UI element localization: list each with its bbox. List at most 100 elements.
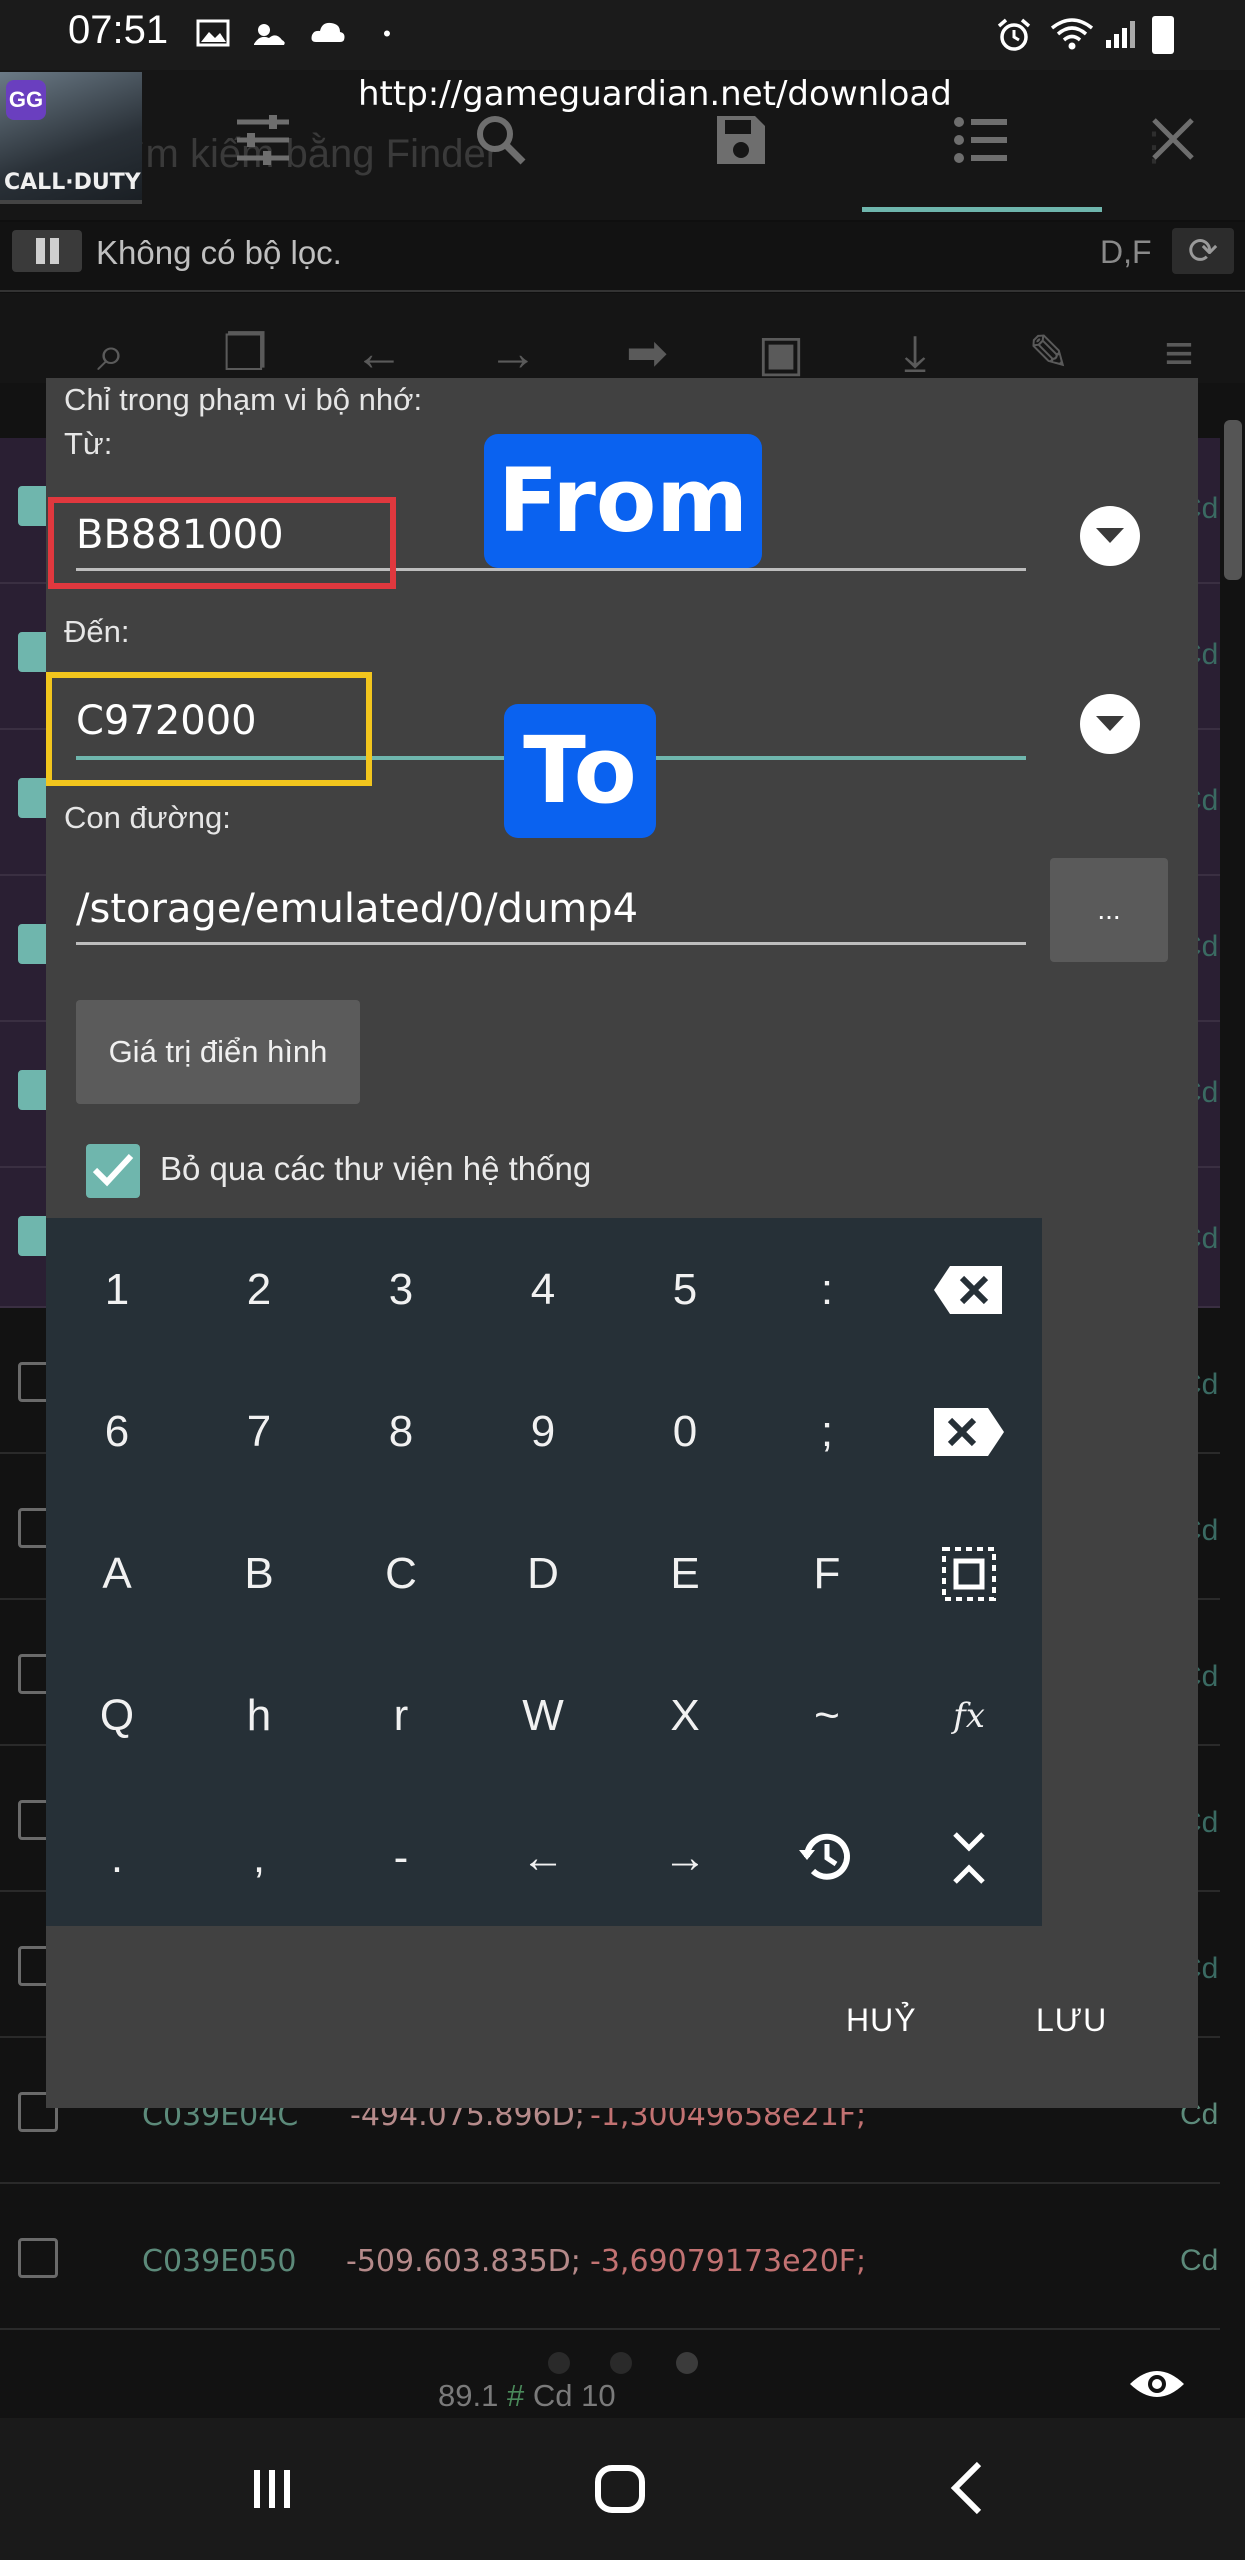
cursor-left-key[interactable]: ← xyxy=(472,1788,614,1928)
close-icon[interactable] xyxy=(1138,112,1208,182)
pager-dot xyxy=(548,2352,570,2374)
faded-header-title: Tìm kiếm bằng Finder xyxy=(110,132,500,176)
from-highlight-box xyxy=(48,497,396,589)
menu-icon[interactable]: ≡ xyxy=(1146,320,1212,386)
key-semicolon[interactable]: ; xyxy=(756,1362,898,1502)
skip-system-libs-label: Bỏ qua các thư viện hệ thống xyxy=(160,1150,592,1187)
filter-status-text: Không có bộ lọc. xyxy=(96,234,342,271)
key-D[interactable]: D xyxy=(472,1504,614,1644)
checkmark-icon xyxy=(92,1153,134,1187)
key-7[interactable]: 7 xyxy=(188,1362,330,1502)
key-6[interactable]: 6 xyxy=(46,1362,188,1502)
home-icon[interactable] xyxy=(580,2454,660,2524)
signal-icon xyxy=(1102,18,1142,50)
pager-dot xyxy=(610,2352,632,2374)
recent-apps-icon[interactable] xyxy=(232,2454,312,2524)
to-highlight-box xyxy=(46,672,372,786)
to-annotation-badge: To xyxy=(504,704,656,838)
row-value: -3,69079173e20F; xyxy=(590,2244,867,2279)
key-C[interactable]: C xyxy=(330,1504,472,1644)
goto-icon[interactable]: ➡ xyxy=(614,320,680,386)
row-value: -509.603.835D; xyxy=(346,2244,581,2279)
dot-icon: • xyxy=(383,21,391,46)
key-Q[interactable]: Q xyxy=(46,1646,188,1786)
key-8[interactable]: 8 xyxy=(330,1362,472,1502)
alarm-icon xyxy=(996,18,1031,51)
to-dropdown-button[interactable] xyxy=(1080,694,1140,754)
save-button[interactable]: LƯU xyxy=(1036,2002,1107,2039)
wifi-icon xyxy=(1050,18,1094,50)
floating-app-thumbnail[interactable]: GG CALL·DUTY xyxy=(0,72,142,204)
status-time: 07:51 xyxy=(68,8,169,52)
key-h[interactable]: h xyxy=(188,1646,330,1786)
key-X[interactable]: X xyxy=(614,1646,756,1786)
from-annotation-badge: From xyxy=(484,434,762,568)
back-arrow-icon[interactable]: ← xyxy=(346,320,412,386)
key-3[interactable]: 3 xyxy=(330,1220,472,1360)
key-F[interactable]: F xyxy=(756,1504,898,1644)
key-E[interactable]: E xyxy=(614,1504,756,1644)
key-B[interactable]: B xyxy=(188,1504,330,1644)
save-list-icon[interactable]: ▣ xyxy=(748,320,814,386)
forward-arrow-icon[interactable]: → xyxy=(480,320,546,386)
battery-icon xyxy=(1152,16,1174,54)
save-icon[interactable] xyxy=(706,112,776,182)
path-input[interactable]: /storage/emulated/0/dump4 xyxy=(76,886,638,932)
download-url: http://gameguardian.net/download xyxy=(358,74,952,114)
browse-button[interactable]: ... xyxy=(1050,858,1168,962)
skip-system-libs-checkbox[interactable] xyxy=(86,1144,140,1198)
row-divider xyxy=(0,2328,1220,2330)
delete-icon[interactable] xyxy=(898,1362,1040,1502)
weather-icon xyxy=(250,18,285,50)
key-tilde[interactable]: ~ xyxy=(756,1646,898,1786)
key-4[interactable]: 4 xyxy=(472,1220,614,1360)
key-dot[interactable]: . xyxy=(46,1788,188,1928)
select-all-icon[interactable] xyxy=(898,1504,1040,1644)
key-comma[interactable]: , xyxy=(188,1788,330,1928)
gallery-icon xyxy=(196,18,230,50)
key-1[interactable]: 1 xyxy=(46,1220,188,1360)
edit-icon[interactable]: ✎ xyxy=(1016,320,1082,386)
memory-range-label: Chỉ trong phạm vi bộ nhớ: xyxy=(64,382,423,417)
gameguardian-logo: GG xyxy=(6,80,46,120)
row-suffix: Cd xyxy=(1180,2244,1219,2277)
active-tab-indicator xyxy=(862,207,1102,212)
bottom-status: 89.1 # Cd 10 xyxy=(438,2378,616,2414)
refresh-button[interactable]: ⟳ xyxy=(1172,228,1234,274)
list-icon[interactable] xyxy=(946,112,1016,182)
row-address: C039E050 xyxy=(142,2244,297,2279)
select-icon[interactable]: ⌕ xyxy=(78,320,144,386)
key-2[interactable]: 2 xyxy=(188,1220,330,1360)
typical-values-button[interactable]: Giá trị điển hình xyxy=(76,1000,360,1104)
cancel-button[interactable]: HUỶ xyxy=(846,2002,917,2039)
key-minus[interactable]: - xyxy=(330,1788,472,1928)
scrollbar-thumb[interactable] xyxy=(1224,420,1242,580)
copy-icon[interactable]: ❐ xyxy=(212,320,278,386)
from-label: Từ: xyxy=(64,426,113,461)
key-colon[interactable]: : xyxy=(756,1220,898,1360)
path-label: Con đường: xyxy=(64,800,231,835)
filter-settings-icon[interactable] xyxy=(228,112,298,182)
key-9[interactable]: 9 xyxy=(472,1362,614,1502)
key-0[interactable]: 0 xyxy=(614,1362,756,1502)
backspace-icon[interactable] xyxy=(898,1220,1040,1360)
key-fx[interactable]: fx xyxy=(898,1646,1040,1786)
key-W[interactable]: W xyxy=(472,1646,614,1786)
from-dropdown-button[interactable] xyxy=(1080,506,1140,566)
download-icon[interactable]: ⤓ xyxy=(882,320,948,386)
status-version: 89.1 xyxy=(438,2378,499,2413)
status-count: Cd 10 xyxy=(532,2378,616,2413)
search-icon[interactable] xyxy=(466,112,536,182)
row-checkbox[interactable] xyxy=(18,2238,58,2278)
key-A[interactable]: A xyxy=(46,1504,188,1644)
pause-button[interactable] xyxy=(12,230,82,272)
key-r[interactable]: r xyxy=(330,1646,472,1786)
eye-icon[interactable] xyxy=(1128,2366,1186,2402)
row-divider xyxy=(0,2182,1220,2184)
key-5[interactable]: 5 xyxy=(614,1220,756,1360)
status-bar: 07:51 • xyxy=(0,0,1245,70)
collapse-icon[interactable] xyxy=(898,1788,1040,1928)
cursor-right-key[interactable]: → xyxy=(614,1788,756,1928)
back-icon[interactable] xyxy=(928,2454,1008,2524)
history-icon[interactable] xyxy=(756,1788,898,1928)
